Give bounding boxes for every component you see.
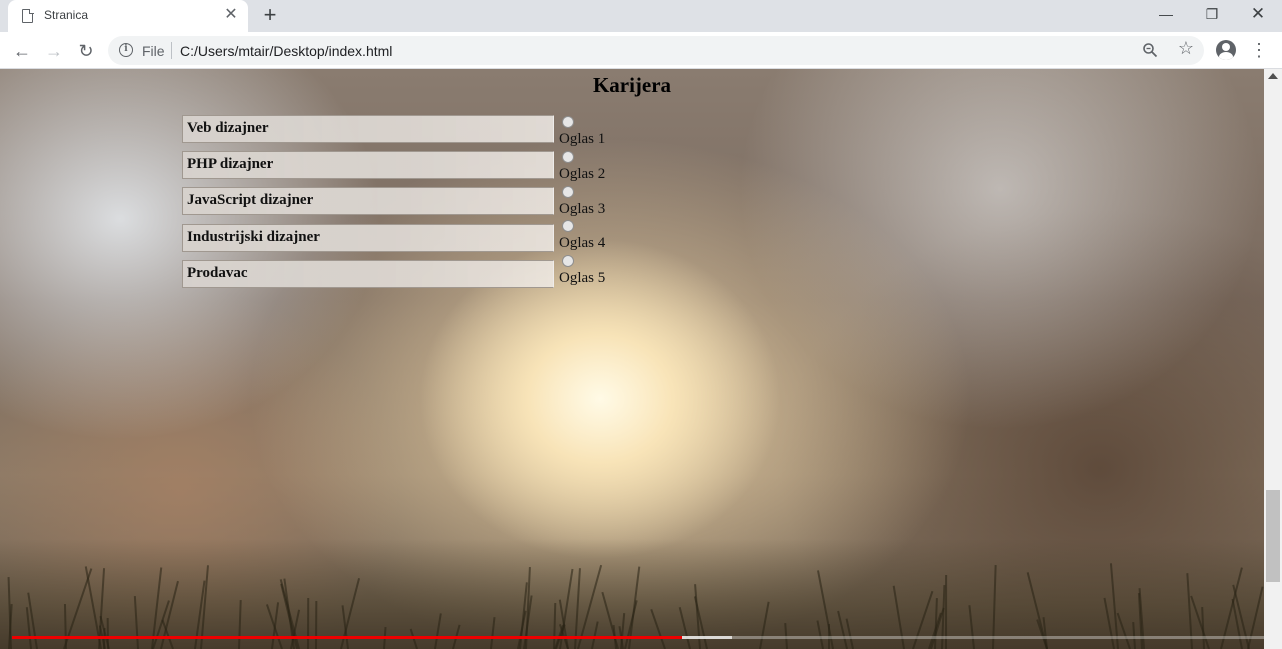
address-bar[interactable]: i File C:/Users/mtair/Desktop/index.html…: [108, 36, 1204, 65]
close-tab-icon[interactable]: ✕: [222, 6, 240, 24]
browser-toolbar: ← → ↻ i File C:/Users/mtair/Desktop/inde…: [0, 32, 1282, 69]
video-progress-bar[interactable]: [12, 636, 1264, 639]
grass-blade: [490, 617, 496, 649]
grass-blade: [968, 605, 975, 649]
grass-blade: [315, 600, 318, 649]
ad-label: Oglas 4: [559, 235, 606, 251]
grass-blade: [1247, 586, 1264, 649]
scroll-up-arrow-icon[interactable]: [1268, 73, 1278, 79]
new-tab-button[interactable]: +: [258, 3, 282, 27]
back-button[interactable]: ←: [10, 39, 34, 63]
restore-button[interactable]: ❐: [1189, 0, 1235, 30]
grass-blade: [434, 613, 442, 649]
grass-blade: [759, 601, 770, 649]
grass-blade: [678, 607, 691, 649]
scrollbar-thumb[interactable]: [1266, 490, 1280, 582]
url-text[interactable]: C:/Users/mtair/Desktop/index.html: [180, 43, 392, 59]
ad-label: Oglas 5: [559, 270, 606, 286]
forward-button[interactable]: →: [42, 39, 66, 63]
grass-blade: [133, 596, 139, 649]
ad-radio[interactable]: [562, 151, 574, 163]
job-item[interactable]: Industrijski dizajner: [182, 224, 554, 252]
page-icon: [22, 8, 34, 23]
job-item[interactable]: PHP dizajner: [182, 151, 554, 179]
grass-blade: [816, 620, 824, 649]
ad-label: Oglas 1: [559, 131, 606, 147]
grass-blade: [1116, 612, 1131, 649]
minimize-button[interactable]: —: [1143, 0, 1189, 30]
video-played-bar: [12, 636, 682, 639]
vertical-scrollbar[interactable]: [1264, 69, 1282, 649]
grass-blade: [601, 591, 619, 649]
tab-stranica[interactable]: Stranica ✕: [8, 0, 248, 32]
grass-background: [0, 539, 1264, 649]
grass-blade: [63, 603, 67, 649]
ad-radio[interactable]: [562, 116, 574, 128]
profile-avatar-icon[interactable]: [1216, 40, 1236, 60]
grass-blade: [1190, 595, 1210, 649]
job-item[interactable]: JavaScript dizajner: [182, 187, 554, 215]
ad-radio[interactable]: [562, 255, 574, 267]
info-icon[interactable]: i: [119, 43, 133, 57]
page-title: Karijera: [592, 73, 672, 97]
reload-button[interactable]: ↻: [74, 39, 98, 63]
ad-label: Oglas 2: [559, 166, 606, 182]
grass-blade: [650, 608, 666, 649]
job-item[interactable]: Prodavac: [182, 260, 554, 288]
page-viewport: Karijera Veb dizajner PHP dizajner JavaS…: [0, 69, 1264, 649]
tab-strip: Stranica ✕ + — ❐ ✕: [0, 0, 1282, 32]
scheme-label: File: [142, 43, 165, 59]
grass-blade: [892, 585, 905, 649]
tab-title: Stranica: [44, 8, 89, 22]
ad-radio[interactable]: [562, 186, 574, 198]
ad-radio[interactable]: [562, 220, 574, 232]
grass-blade: [238, 599, 242, 649]
close-window-button[interactable]: ✕: [1235, 0, 1281, 30]
ad-label: Oglas 3: [559, 201, 606, 217]
omnibox-divider: [171, 42, 172, 59]
more-menu-icon[interactable]: ⋮: [1250, 40, 1268, 60]
bookmark-star-icon[interactable]: ☆: [1178, 38, 1194, 59]
grass-blade: [265, 604, 283, 649]
grass-blade: [307, 597, 310, 649]
job-item[interactable]: Veb dizajner: [182, 115, 554, 143]
grass-blade: [837, 610, 848, 649]
zoom-icon[interactable]: [1142, 42, 1158, 58]
